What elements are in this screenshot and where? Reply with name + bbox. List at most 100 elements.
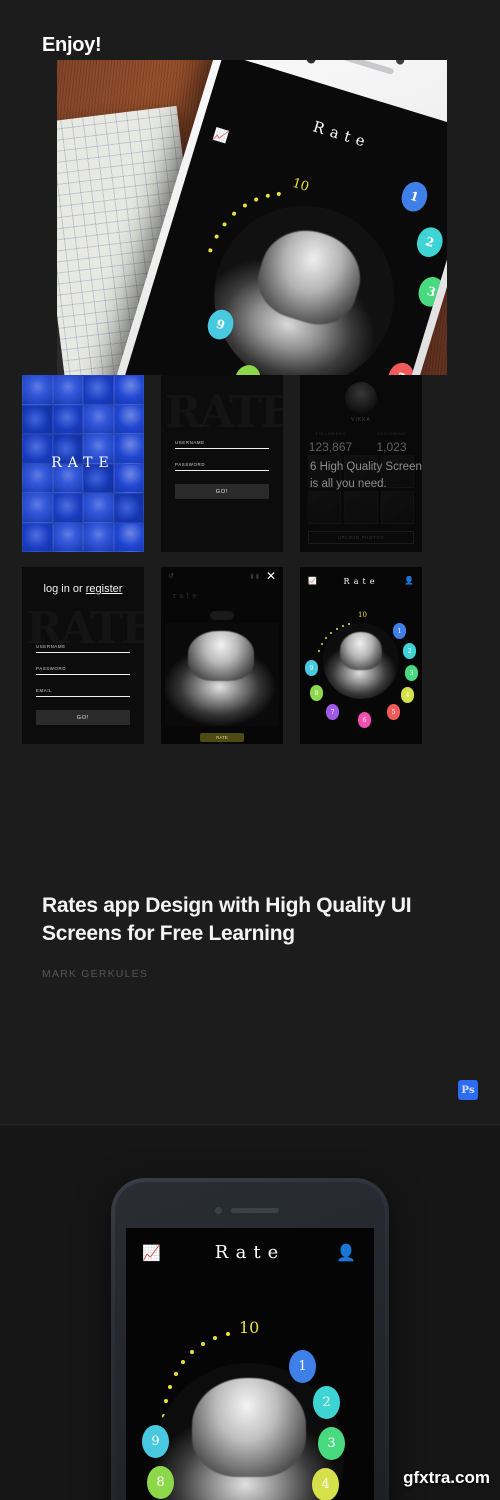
rating-badge-7[interactable]: 7 (326, 704, 339, 720)
phone-camera (395, 60, 406, 66)
page-title: Enjoy! (42, 34, 102, 56)
register-screen: RATE log in or register USERNAME PASSWOR… (22, 567, 144, 744)
thumb-register-screen[interactable]: RATE log in or register USERNAME PASSWOR… (22, 567, 144, 744)
description-section: Rates app Design with High Quality UI Sc… (0, 750, 500, 1125)
rating-badge-3[interactable]: 3 (405, 665, 418, 681)
site-watermark: gfxtra.com (403, 1468, 490, 1487)
thumb-splash-screen[interactable]: RATE (22, 375, 144, 552)
upload-photos-button[interactable]: UPLOAD PHOTOS (308, 531, 414, 544)
email-label: EMAIL (36, 688, 53, 693)
rated-portrait (191, 183, 417, 375)
username-field[interactable]: USERNAME (36, 644, 130, 653)
phone-speaker (231, 1208, 279, 1213)
thumb-photo-viewer-screen[interactable]: ↺ ▮▮ ✕ rate RATE (161, 567, 283, 744)
password-label: PASSWORD (36, 666, 67, 671)
rating-badge-3[interactable]: 3 (415, 273, 447, 310)
thumb-rate-screen[interactable]: 📈 Rate 👤 10 1 2 3 4 5 6 7 8 9 (300, 567, 422, 744)
profile-username: VIKKA (351, 417, 371, 423)
promo-line-1: 6 High Quality Screens (310, 461, 422, 473)
viewer-pill (210, 611, 234, 620)
score-ten-label: 10 (239, 1318, 260, 1337)
viewer-brand: rate (173, 592, 200, 600)
stat-followers-value: 123,867 (308, 440, 353, 454)
arc-dot (265, 193, 271, 199)
rating-badge-5[interactable]: 5 (387, 704, 400, 720)
splash-screen: RATE (22, 375, 144, 552)
back-icon[interactable]: ↺ (168, 572, 174, 580)
password-field[interactable]: PASSWORD (36, 666, 130, 675)
arc-dot (222, 221, 228, 227)
arc-dot (330, 632, 332, 634)
viewer-topbar (161, 567, 283, 583)
arc-dot (174, 1372, 178, 1376)
arc-dot (336, 628, 338, 630)
rating-badge-8[interactable]: 8 (310, 685, 323, 701)
password-label: PASSWORD (175, 462, 206, 467)
avatar (345, 382, 377, 414)
close-icon[interactable]: ✕ (266, 570, 276, 582)
rating-badge-8[interactable]: 8 (147, 1466, 174, 1499)
arc-dot (226, 1332, 230, 1336)
rating-badge-6[interactable]: 6 (358, 712, 371, 728)
promo-line-2: is all you need. (310, 477, 387, 490)
project-title: Rates app Design with High Quality UI Sc… (42, 894, 412, 946)
arc-dot (242, 203, 248, 209)
promo-overlay: 6 High Quality Screens is all you need. (310, 459, 422, 492)
project-author: MARK GERKULES (42, 968, 149, 980)
arc-dot (213, 1336, 217, 1340)
register-heading: log in or register (36, 567, 130, 595)
arc-dot (181, 1360, 185, 1364)
arc-dot (168, 1385, 172, 1389)
score-ten-label: 10 (290, 175, 311, 195)
screens-grid-section: RATE RATE USERNAME PASSWORD GO! (0, 375, 500, 750)
arc-dot (321, 643, 323, 645)
stats-row: FOLLOWERS 123,867 FOLLOWING 1,023 (300, 431, 422, 456)
chart-icon[interactable]: 📈 (212, 127, 230, 145)
user-icon[interactable]: 👤 (404, 576, 414, 585)
username-field[interactable]: USERNAME (175, 440, 269, 449)
rating-badge-2[interactable]: 2 (403, 643, 416, 659)
arc-dot (190, 1350, 194, 1354)
arc-dot (207, 247, 213, 253)
rating-badge-4[interactable]: 4 (401, 687, 414, 703)
dark-phone-mockup: 📈 Rate 👤 10 1 2 3 4 8 9 (111, 1178, 389, 1500)
more-options-icon[interactable]: ▮▮ (250, 573, 261, 580)
arc-dot (201, 1342, 205, 1346)
email-field[interactable]: EMAIL (36, 688, 130, 697)
phone-camera (215, 1207, 222, 1214)
register-submit-button[interactable]: GO! (36, 710, 130, 725)
rating-badge-1[interactable]: 1 (289, 1350, 316, 1383)
app-brand: Rate (310, 117, 373, 153)
stat-following-label: FOLLOWING (377, 431, 406, 436)
rating-badge-3[interactable]: 3 (318, 1427, 345, 1460)
login-screen: RATE USERNAME PASSWORD GO! (161, 375, 283, 552)
register-link[interactable]: register (86, 583, 123, 595)
arc-dot (342, 625, 344, 627)
stat-followers-label: FOLLOWERS (315, 431, 346, 436)
username-label: USERNAME (175, 440, 205, 445)
register-heading-plain: log in or (43, 583, 86, 595)
bottom-mockup-section: 📈 Rate 👤 10 1 2 3 4 8 9 gfxtra.com (0, 1126, 500, 1500)
rating-badge-9[interactable]: 9 (142, 1425, 169, 1458)
arc-dot (214, 234, 220, 240)
thumb-login-screen[interactable]: RATE USERNAME PASSWORD GO! (161, 375, 283, 552)
stat-followers: FOLLOWERS 123,867 (300, 431, 361, 456)
rating-badge-4[interactable]: 4 (312, 1468, 339, 1500)
phone-speaker (333, 60, 395, 75)
rating-badge-1[interactable]: 1 (398, 178, 431, 215)
password-field[interactable]: PASSWORD (175, 462, 269, 471)
splash-brand: RATE (51, 454, 115, 471)
thumb-profile-stats-screen[interactable]: VIKKA FOLLOWERS 123,867 FOLLOWING 1,023 (300, 375, 422, 552)
rated-portrait (323, 623, 399, 699)
rating-badge-1[interactable]: 1 (393, 623, 406, 639)
arc-dot (318, 650, 320, 652)
rating-badge-9[interactable]: 9 (305, 660, 318, 676)
login-submit-button[interactable]: GO! (175, 484, 269, 499)
viewer-photo (165, 623, 279, 726)
rating-badge-2[interactable]: 2 (413, 224, 447, 261)
photoshop-badge: Ps (458, 1080, 478, 1100)
rating-badge-5[interactable]: 5 (384, 359, 418, 375)
rate-button[interactable]: RATE (200, 733, 244, 742)
user-icon[interactable]: 👤 (336, 1243, 356, 1263)
rating-badge-2[interactable]: 2 (313, 1386, 340, 1419)
